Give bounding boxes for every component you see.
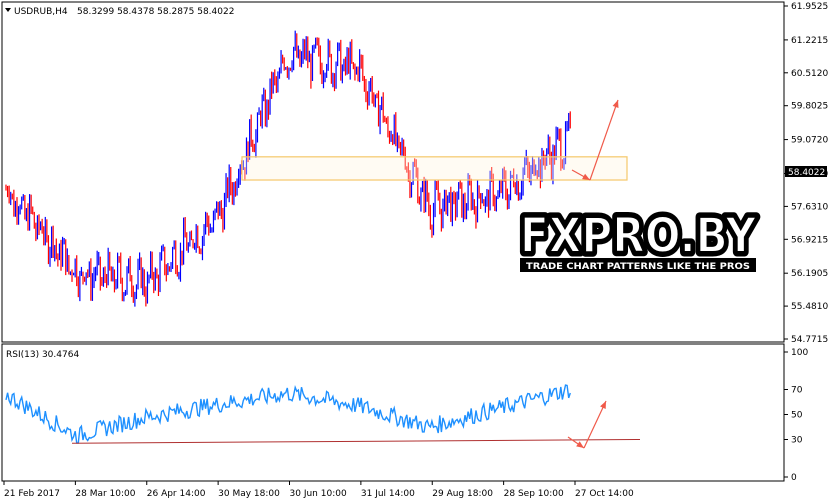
rsi-trend-line (71, 439, 641, 444)
rsi-axis: 100 70 50 30 0 (784, 348, 808, 483)
watermark-logo: FXPRO.BY (520, 208, 757, 264)
time-tick-label: 30 Jun 10:00 (290, 489, 347, 499)
rsi-tick-label: 70 (791, 386, 803, 396)
rsi-tick-label: 30 (791, 436, 803, 446)
price-tick-label: 59.0720 (791, 136, 828, 146)
price-tick-label: 59.8025 (791, 102, 828, 112)
symbol-timeframe: USDRUB,H4 (14, 7, 68, 17)
support-zone (241, 156, 628, 181)
watermark-tagline: TRADE CHART PATTERNS LIKE THE PROS (526, 262, 750, 272)
price-tick-label: 57.6310 (791, 202, 828, 212)
time-tick-label: 26 Apr 14:00 (147, 489, 206, 499)
time-tick-label: 28 Mar 10:00 (75, 489, 135, 499)
symbol-dropdown-icon[interactable] (5, 8, 11, 12)
price-tag-value: 58.4022 (788, 168, 825, 178)
rsi-series (5, 384, 571, 444)
time-tick-label: 31 Jul 14:00 (361, 489, 415, 499)
price-tick-label: 56.9215 (791, 235, 828, 245)
rsi-header: RSI(13) 30.4764 (6, 350, 79, 360)
time-tick-label: 30 May 18:00 (218, 489, 280, 499)
time-tick-label: 29 Aug 18:00 (432, 489, 493, 499)
watermark: FXPRO.BY FXPRO.BY TRADE CHART PATTERNS L… (516, 204, 762, 272)
ohlc-values: 58.3299 58.4378 58.2875 58.4022 (77, 7, 234, 17)
rsi-tick-label: 50 (791, 411, 803, 421)
time-axis: 21 Feb 2017 28 Mar 10:00 26 Apr 14:00 30 Ma… (3, 481, 634, 499)
rsi-line (5, 384, 571, 444)
rsi-tick-label: 0 (791, 473, 797, 483)
time-tick-label: 21 Feb 2017 (4, 489, 60, 499)
price-tick-label: 55.4810 (791, 302, 828, 312)
price-tick-label: 61.9525 (791, 2, 828, 12)
forecast-arrow-line (583, 400, 607, 449)
chart-header: USDRUB,H4 58.3299 58.4378 58.2875 58.402… (5, 7, 234, 17)
forecast-arrowhead (576, 441, 584, 448)
price-tag: 58.4022 (785, 166, 827, 178)
time-tick-label: 27 Oct 14:00 (575, 489, 634, 499)
forecast-arrowhead (612, 100, 619, 108)
price-tick-label: 56.1905 (791, 269, 828, 279)
price-tick-label: 61.2215 (791, 36, 828, 46)
chart-canvas[interactable]: USDRUB,H4 58.3299 58.4378 58.2875 58.402… (0, 0, 829, 504)
price-tick-label: 54.7715 (791, 335, 828, 345)
price-tick-label: 60.5120 (791, 69, 828, 79)
chart-window: USDRUB,H4 58.3299 58.4378 58.2875 58.402… (0, 0, 829, 504)
rsi-tick-label: 100 (791, 348, 808, 358)
time-tick-label: 28 Sep 10:00 (504, 489, 564, 499)
